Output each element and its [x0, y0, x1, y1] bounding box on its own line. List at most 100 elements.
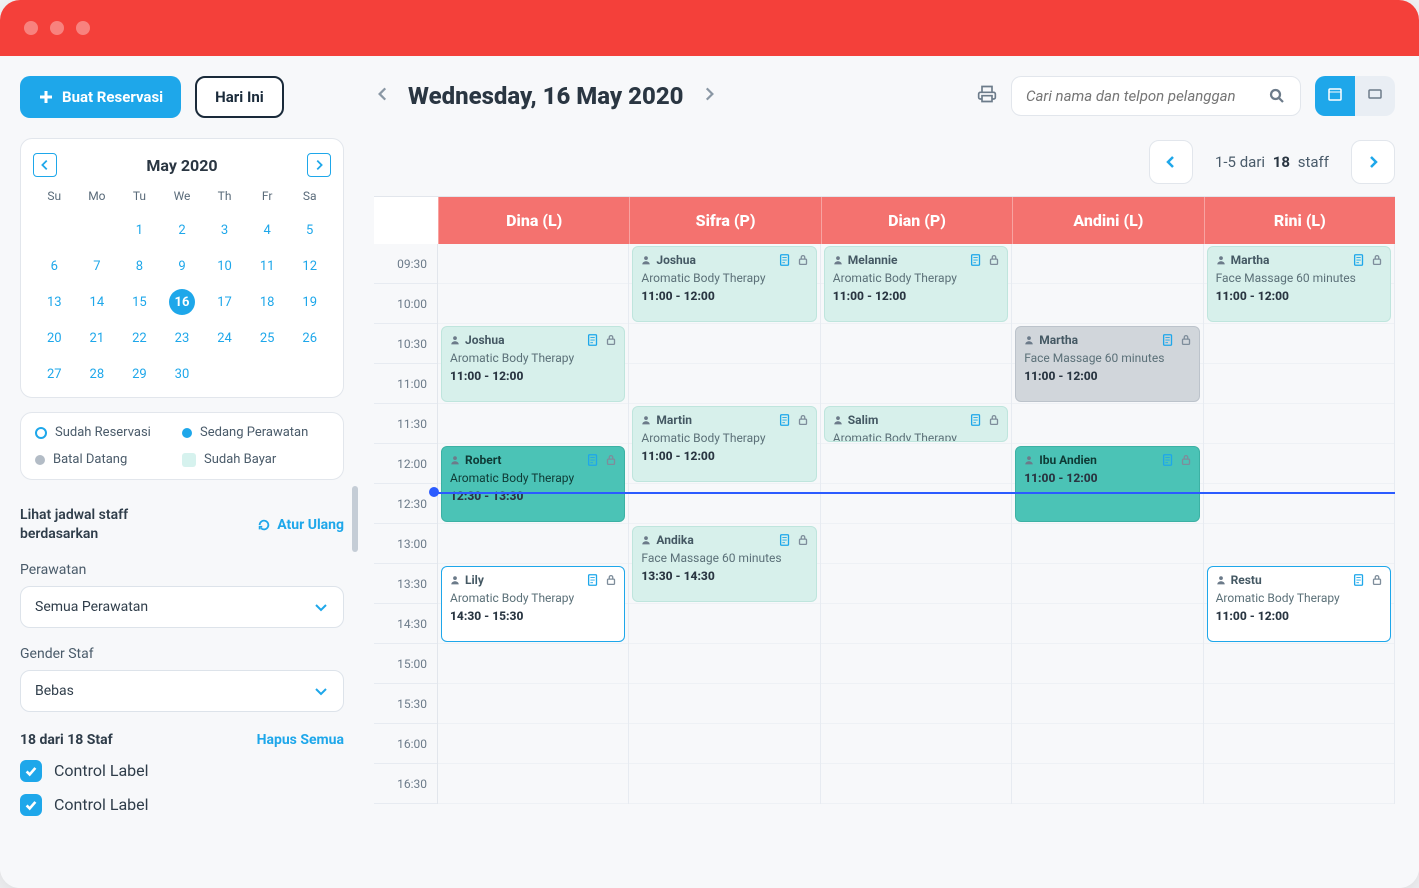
mini-cal-day[interactable]: 28	[84, 361, 110, 387]
mini-cal-day[interactable]: 13	[41, 289, 67, 315]
pager-prev-button[interactable]	[1149, 140, 1193, 184]
staff-column: JoshuaAromatic Body Therapy11:00 - 12:00…	[438, 244, 629, 804]
clear-all-link[interactable]: Hapus Semua	[257, 732, 344, 748]
mini-cal-day[interactable]: 16	[169, 289, 195, 315]
chevron-right-icon	[700, 85, 718, 103]
reset-filters-link[interactable]: Atur Ulang	[257, 506, 344, 544]
reservation-card[interactable]: JoshuaAromatic Body Therapy11:00 - 12:00	[632, 246, 816, 322]
mini-cal-day[interactable]: 15	[126, 289, 152, 315]
reservation-card[interactable]: MelannieAromatic Body Therapy11:00 - 12:…	[824, 246, 1008, 322]
legend-dot-paid-icon	[182, 453, 196, 467]
create-reservation-button[interactable]: Buat Reservasi	[20, 76, 181, 118]
traffic-light-close[interactable]	[24, 21, 38, 35]
reservation-card[interactable]: AndikaFace Massage 60 minutes13:30 - 14:…	[632, 526, 816, 602]
time-label: 15:00	[374, 644, 437, 684]
time-label: 13:30	[374, 564, 437, 604]
person-icon	[1024, 455, 1034, 465]
staff-header: Dian (P)	[821, 197, 1012, 244]
staff-column: MarthaFace Massage 60 minutes11:00 - 12:…	[1012, 244, 1203, 804]
lock-icon	[796, 253, 810, 267]
reservation-card[interactable]: MarthaFace Massage 60 minutes11:00 - 12:…	[1207, 246, 1391, 322]
gender-label: Gender Staf	[20, 646, 344, 662]
mini-cal-day[interactable]: 20	[41, 325, 67, 351]
list-view-button[interactable]	[1355, 76, 1395, 116]
mini-cal-day[interactable]: 25	[254, 325, 280, 351]
today-button[interactable]: Hari Ini	[195, 76, 284, 118]
lock-icon	[1370, 573, 1384, 587]
treatment-select[interactable]: Semua Perawatan	[20, 586, 344, 628]
mini-cal-day[interactable]: 2	[169, 217, 195, 243]
mini-cal-day[interactable]: 7	[84, 253, 110, 279]
reservation-card[interactable]: RestuAromatic Body Therapy11:00 - 12:00	[1207, 566, 1391, 642]
staff-pager: 1-5 dari 18 staff	[374, 140, 1395, 184]
plus-icon	[38, 89, 54, 105]
mini-cal-day[interactable]: 23	[169, 325, 195, 351]
lock-icon	[604, 333, 618, 347]
lock-icon	[604, 573, 618, 587]
date-next-button[interactable]	[700, 84, 718, 108]
date-prev-button[interactable]	[374, 84, 392, 108]
note-icon	[778, 253, 792, 267]
chevron-left-icon	[1163, 154, 1179, 170]
mini-cal-day[interactable]: 11	[254, 253, 280, 279]
mini-cal-day	[254, 361, 280, 387]
staff-checkbox-1[interactable]: Control Label	[20, 760, 344, 782]
traffic-light-max[interactable]	[76, 21, 90, 35]
reservation-card[interactable]: JoshuaAromatic Body Therapy11:00 - 12:00	[441, 326, 625, 402]
mini-cal-day[interactable]: 6	[41, 253, 67, 279]
mini-cal-next[interactable]	[307, 153, 331, 177]
mini-cal-day[interactable]: 30	[169, 361, 195, 387]
person-icon	[1216, 255, 1226, 265]
reservation-card[interactable]: RobertAromatic Body Therapy12:30 - 13:30	[441, 446, 625, 522]
search-input[interactable]	[1026, 87, 1258, 105]
note-icon	[1161, 333, 1175, 347]
time-label: 12:00	[374, 444, 437, 484]
mini-cal-day[interactable]: 27	[41, 361, 67, 387]
person-icon	[641, 255, 651, 265]
time-label: 10:00	[374, 284, 437, 324]
sidebar-scrollbar[interactable]	[352, 486, 358, 552]
note-icon	[1352, 573, 1366, 587]
time-label: 16:30	[374, 764, 437, 804]
person-icon	[1024, 335, 1034, 345]
mini-cal-day[interactable]: 9	[169, 253, 195, 279]
print-button[interactable]	[977, 84, 997, 108]
mini-cal-day[interactable]: 24	[212, 325, 238, 351]
mini-cal-day[interactable]: 10	[212, 253, 238, 279]
reservation-card[interactable]: MarthaFace Massage 60 minutes11:00 - 12:…	[1015, 326, 1199, 402]
mini-cal-day[interactable]: 29	[126, 361, 152, 387]
time-label: 15:30	[374, 684, 437, 724]
mini-cal-day[interactable]: 8	[126, 253, 152, 279]
mini-cal-day[interactable]: 21	[84, 325, 110, 351]
legend-dot-reserved-icon	[35, 427, 47, 439]
search-box[interactable]	[1011, 76, 1301, 116]
lock-icon	[1370, 253, 1384, 267]
mini-cal-day[interactable]: 19	[297, 289, 323, 315]
staff-checkbox-2[interactable]: Control Label	[20, 794, 344, 816]
date-title: Wednesday, 16 May 2020	[408, 82, 684, 110]
mini-cal-day[interactable]: 5	[297, 217, 323, 243]
mini-cal-day[interactable]: 3	[212, 217, 238, 243]
reservation-card[interactable]: SalimAromatic Body Therapy	[824, 406, 1008, 442]
chevron-right-icon	[312, 158, 326, 172]
mini-cal-day[interactable]: 26	[297, 325, 323, 351]
staff-column: MarthaFace Massage 60 minutes11:00 - 12:…	[1204, 244, 1395, 804]
gender-select[interactable]: Bebas	[20, 670, 344, 712]
reservation-card[interactable]: LilyAromatic Body Therapy14:30 - 15:30	[441, 566, 625, 642]
mini-cal-day[interactable]: 22	[126, 325, 152, 351]
mini-cal-day[interactable]: 14	[84, 289, 110, 315]
traffic-light-min[interactable]	[50, 21, 64, 35]
pager-next-button[interactable]	[1351, 140, 1395, 184]
reservation-card[interactable]: MartinAromatic Body Therapy11:00 - 12:00	[632, 406, 816, 482]
mini-cal-day[interactable]: 1	[126, 217, 152, 243]
person-icon	[1216, 575, 1226, 585]
refresh-icon	[257, 518, 271, 532]
mini-cal-day[interactable]: 18	[254, 289, 280, 315]
mini-cal-prev[interactable]	[33, 153, 57, 177]
calendar-view-button[interactable]	[1315, 76, 1355, 116]
reservation-card[interactable]: Ibu Andien11:00 - 12:00	[1015, 446, 1199, 522]
mini-cal-dow: Tu	[118, 185, 161, 207]
mini-cal-day[interactable]: 4	[254, 217, 280, 243]
mini-cal-day[interactable]: 17	[212, 289, 238, 315]
mini-cal-day[interactable]: 12	[297, 253, 323, 279]
